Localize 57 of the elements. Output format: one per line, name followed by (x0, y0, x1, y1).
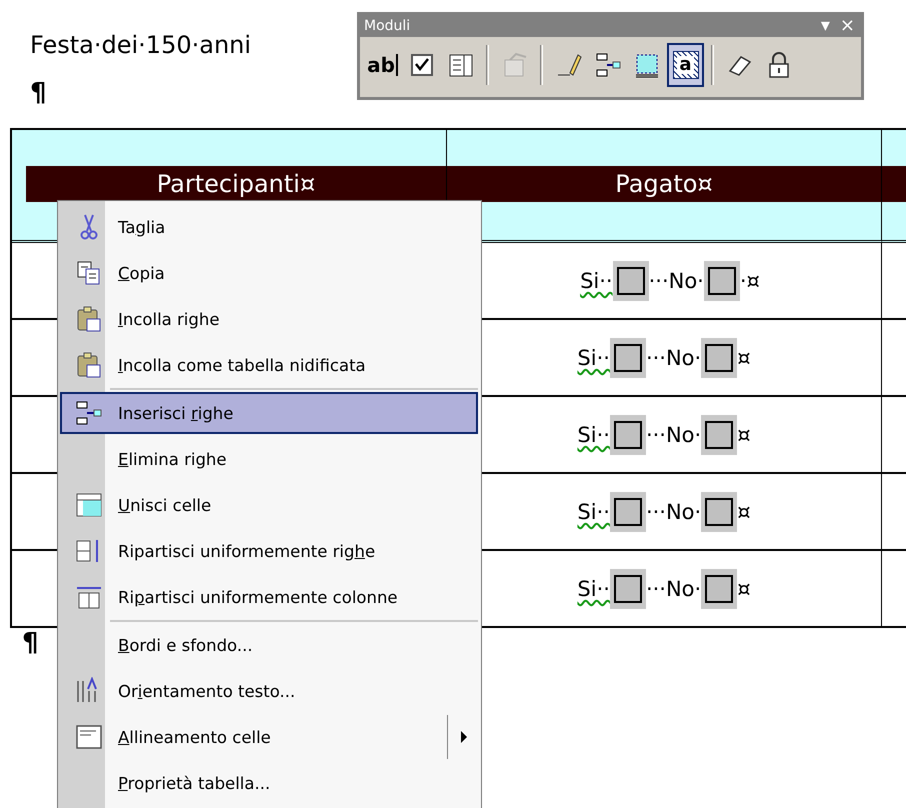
document-title: Festa·dei·150·anni (30, 30, 252, 61)
no-label: ···No· (646, 500, 702, 524)
form-checkbox[interactable] (612, 260, 649, 300)
no-label: ···No· (646, 576, 702, 600)
insert-rows-icon (75, 399, 103, 427)
no-label: ···No· (646, 422, 702, 446)
menu-item[interactable]: Allineamento celle (60, 714, 478, 760)
menu-item[interactable]: Ripartisci uniformemente colonne (60, 574, 478, 620)
header-band: Partecipanti¤ (26, 166, 446, 202)
menu-item[interactable]: Inserisci righe (60, 392, 478, 434)
cell-end-mark: ·¤ (740, 268, 760, 292)
paragraph-mark: ¶ (30, 80, 47, 106)
menu-item[interactable]: Unisci celle (60, 482, 478, 528)
cell-end-mark: ¤ (737, 422, 751, 446)
paste-icon (75, 351, 103, 379)
text-field-button[interactable]: ab (364, 43, 401, 87)
toolbar-title: Moduli (364, 18, 412, 34)
menu-item[interactable]: Elimina righe (60, 436, 478, 482)
insert-rows-icon (594, 51, 620, 79)
form-checkbox[interactable] (610, 568, 646, 608)
menu-item[interactable]: Taglia (60, 204, 478, 250)
shading-button[interactable]: a (667, 43, 704, 87)
paragraph-mark: ¶ (22, 630, 39, 656)
form-checkbox[interactable] (704, 260, 740, 300)
properties-icon (502, 51, 528, 79)
yes-label: Si·· (577, 576, 610, 600)
yes-label: Si·· (580, 268, 613, 292)
paste-icon (75, 305, 103, 333)
cell-end-mark: ¤ (737, 576, 751, 600)
cell-alignment-icon (75, 723, 103, 751)
yes-label: Si·· (577, 422, 610, 446)
yes-label: Si·· (577, 500, 610, 524)
menu-item[interactable]: Incolla come tabella nidificata (60, 342, 478, 388)
merge-cells-icon (75, 491, 103, 519)
cell-end-mark: ¤ (737, 500, 751, 524)
form-checkbox[interactable] (610, 338, 646, 378)
form-checkbox[interactable] (610, 492, 646, 532)
checkbox-icon (408, 51, 434, 79)
menu-item[interactable]: Proprietà tabella... (60, 760, 478, 806)
cell-end-mark: ¤ (737, 346, 751, 370)
no-label: ···No· (648, 268, 704, 292)
menu-item[interactable]: Incolla righe (60, 296, 478, 342)
form-checkbox[interactable] (701, 338, 738, 378)
menu-item[interactable]: Bordi e sfondo... (60, 622, 478, 668)
no-label: ···No· (646, 346, 702, 370)
form-checkbox[interactable] (701, 492, 738, 532)
form-checkbox[interactable] (701, 414, 738, 454)
close-button[interactable]: × (840, 17, 855, 35)
menu-item[interactable]: Copia (60, 250, 478, 296)
menu-item[interactable]: Orientamento testo... (60, 668, 478, 714)
form-checkbox[interactable] (610, 414, 646, 454)
header-band: Pagato¤ (447, 166, 881, 202)
menu-item[interactable]: Ripartisci uniformemente righe (60, 528, 478, 574)
yes-label: Si·· (577, 346, 610, 370)
form-checkbox[interactable] (701, 568, 738, 608)
toolbar-options-button[interactable]: ▾ (820, 17, 830, 35)
shading-icon: a (672, 51, 698, 79)
